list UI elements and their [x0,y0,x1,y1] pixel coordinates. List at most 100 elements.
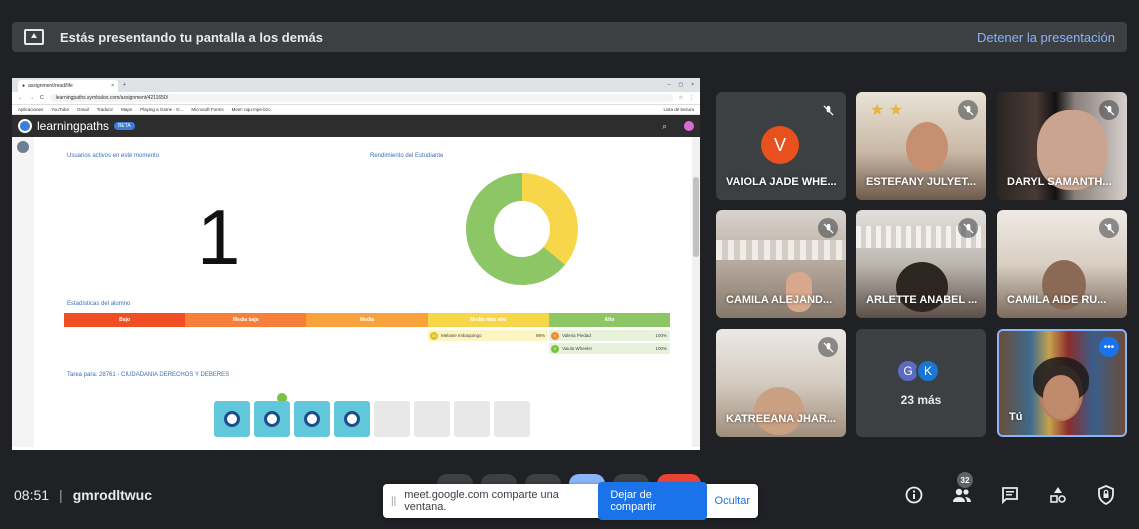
reload-icon[interactable]: C [40,95,44,101]
sidebar-profile-icon[interactable] [17,141,29,153]
stats-label: Estadísticas del alumno [67,301,131,307]
graduation-icon [264,411,280,427]
student-row[interactable]: V Valeria Piedad 100% [549,330,670,341]
browser-tab[interactable]: ● assignment/read/life × [18,80,118,92]
mic-control-button[interactable] [437,474,473,484]
extensions-icon[interactable]: ⋮ [689,95,694,101]
dashboard-sidebar [12,137,34,447]
participant-name: ARLETTE ANABEL ... [866,294,978,306]
participant-tile[interactable]: V VAIOLA JADE WHE... [716,92,846,200]
drag-handle-icon[interactable]: || [391,496,396,507]
activities-icon[interactable] [1047,484,1069,506]
meeting-info: 08:51 | gmrodltwuc [14,487,152,503]
student-score: 100% [655,333,667,338]
bookmark-item[interactable]: Playing a Game - G... [140,107,183,112]
search-icon[interactable]: ⌕ [662,121,667,132]
student-score: 100% [655,346,667,351]
person-face [754,387,804,435]
meeting-tools: 32 [903,472,1117,506]
bookmark-item[interactable]: Meet: nqu-mpe-bzo [232,107,271,112]
hand-shape [786,272,812,312]
bookmark-item[interactable]: Gmail [77,107,89,112]
student-avatar: V [551,344,559,353]
beta-badge: BETA [114,122,135,130]
participant-tile[interactable]: CAMILA AIDE RU... [997,210,1127,318]
url-field[interactable]: learningpaths.symbaloo.com/assignment/42… [49,94,673,102]
more-options-icon[interactable]: ••• [1099,337,1119,357]
graduation-icon [344,411,360,427]
task-tiles [214,401,530,437]
more-count: 23 más [900,393,942,407]
learningpaths-logo-icon[interactable] [18,119,32,133]
bookmark-item[interactable]: Maps [121,107,132,112]
student-row[interactable]: M Melanie Imbaquingo 98% [428,330,548,341]
task-tile[interactable] [254,401,290,437]
bookmark-item[interactable]: Microsoft Forms [191,107,223,112]
new-tab-icon[interactable]: + [123,82,126,88]
mic-off-icon [1099,218,1119,238]
tab-favicon-icon: ● [22,83,26,89]
home-icon [224,411,240,427]
info-icon[interactable] [903,484,925,506]
avatar: V [761,126,799,164]
captions-control-button[interactable] [525,474,561,484]
participant-tile[interactable]: DARYL SAMANTH... [997,92,1127,200]
participant-name: CAMILA AIDE RU... [1007,294,1107,306]
participant-tile[interactable]: CAMILA ALEJAND... [716,210,846,318]
star-icon[interactable]: ☆ [679,95,683,101]
student-row[interactable]: V Vaiola Wheeler 100% [549,343,670,354]
page-scrollbar[interactable] [692,137,700,447]
task-tile[interactable] [334,401,370,437]
close-icon[interactable]: × [111,83,114,89]
participant-tile[interactable]: ★ ★ ESTEFANY JULYET... [856,92,986,200]
stop-presenting-button[interactable]: Detener la presentación [977,30,1115,45]
presenting-message: Estás presentando tu pantalla a los demá… [60,29,323,45]
person-face [906,122,948,172]
window-close-icon[interactable]: × [691,82,694,88]
student-avatar: M [430,331,438,340]
self-tile[interactable]: ••• Tú [997,329,1127,437]
present-screen-icon [24,29,44,45]
bookmark-item[interactable]: Aplicaciones [18,107,43,112]
bookmarks-bar: Aplicaciones YouTube Gmail Traducir Maps… [12,105,700,115]
reading-list[interactable]: Lista de lectura [663,107,694,112]
level-media-baja: Media baja [185,313,307,327]
forward-icon[interactable]: → [29,95,34,101]
sharing-message: meet.google.com comparte una ventana. [404,489,559,513]
chat-icon[interactable] [999,484,1021,506]
host-controls-icon[interactable] [1095,484,1117,506]
level-medio-mas-alto: Medio más alto [427,313,549,327]
participant-name: ESTEFANY JULYET... [866,176,977,188]
compass-icon [304,411,320,427]
learningpaths-header: learningpaths BETA ⌕ [12,115,700,137]
participant-name: KATREEANA JHAR... [726,413,837,425]
student-score: 98% [535,333,545,338]
student-avatar: V [551,331,559,340]
user-avatar[interactable] [684,121,694,131]
back-icon[interactable]: ← [18,95,23,101]
maximize-icon[interactable]: ▢ [678,82,683,88]
camera-control-button[interactable] [481,474,517,484]
people-icon[interactable]: 32 [951,472,973,506]
participant-tile[interactable]: KATREEANA JHAR... [716,329,846,437]
hide-button[interactable]: Ocultar [715,495,750,507]
level-media: Media [306,313,428,327]
task-tile-home[interactable] [214,401,250,437]
level-alto: Alto [548,313,671,327]
mic-off-icon [958,218,978,238]
bookmark-item[interactable]: Traducir [97,107,113,112]
mic-off-icon [818,100,838,120]
student-name: Vaiola Wheeler [562,346,593,351]
participant-tile[interactable]: ARLETTE ANABEL ... [856,210,986,318]
more-avatars: G K [896,359,940,383]
performance-label: Rendimiento del Estudiante [370,153,444,159]
task-tile[interactable] [294,401,330,437]
empty-tile [414,401,450,437]
more-participants-tile[interactable]: G K 23 más [856,329,986,437]
minimize-icon[interactable]: – [668,82,671,88]
app-name: learningpaths [37,119,110,133]
stop-sharing-button[interactable]: Dejar de compartir [598,482,707,520]
bookmark-item[interactable]: YouTube [51,107,69,112]
meet-window: Estás presentando tu pantalla a los demá… [0,0,1139,529]
mic-off-icon [818,218,838,238]
